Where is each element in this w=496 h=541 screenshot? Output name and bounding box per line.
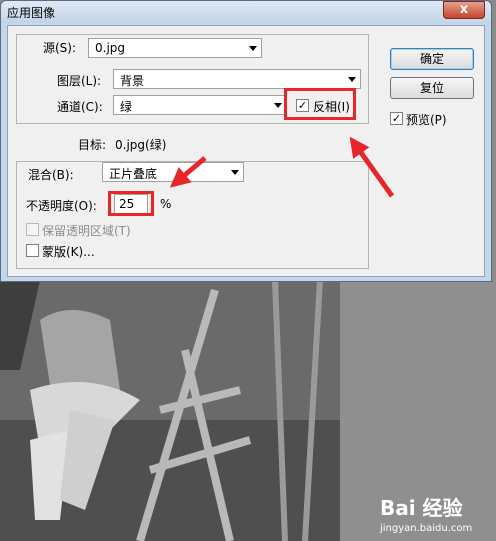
baidu-logo: Bai 经验: [380, 496, 463, 520]
watermark-url: jingyan.baidu.com: [380, 523, 473, 534]
arrow-to-opacity: [169, 156, 207, 188]
annotation-arrows: [169, 136, 395, 198]
arrow-to-invert: [349, 136, 395, 198]
baidu-jingyan-watermark: Bai 经验 jingyan.baidu.com: [380, 492, 472, 534]
